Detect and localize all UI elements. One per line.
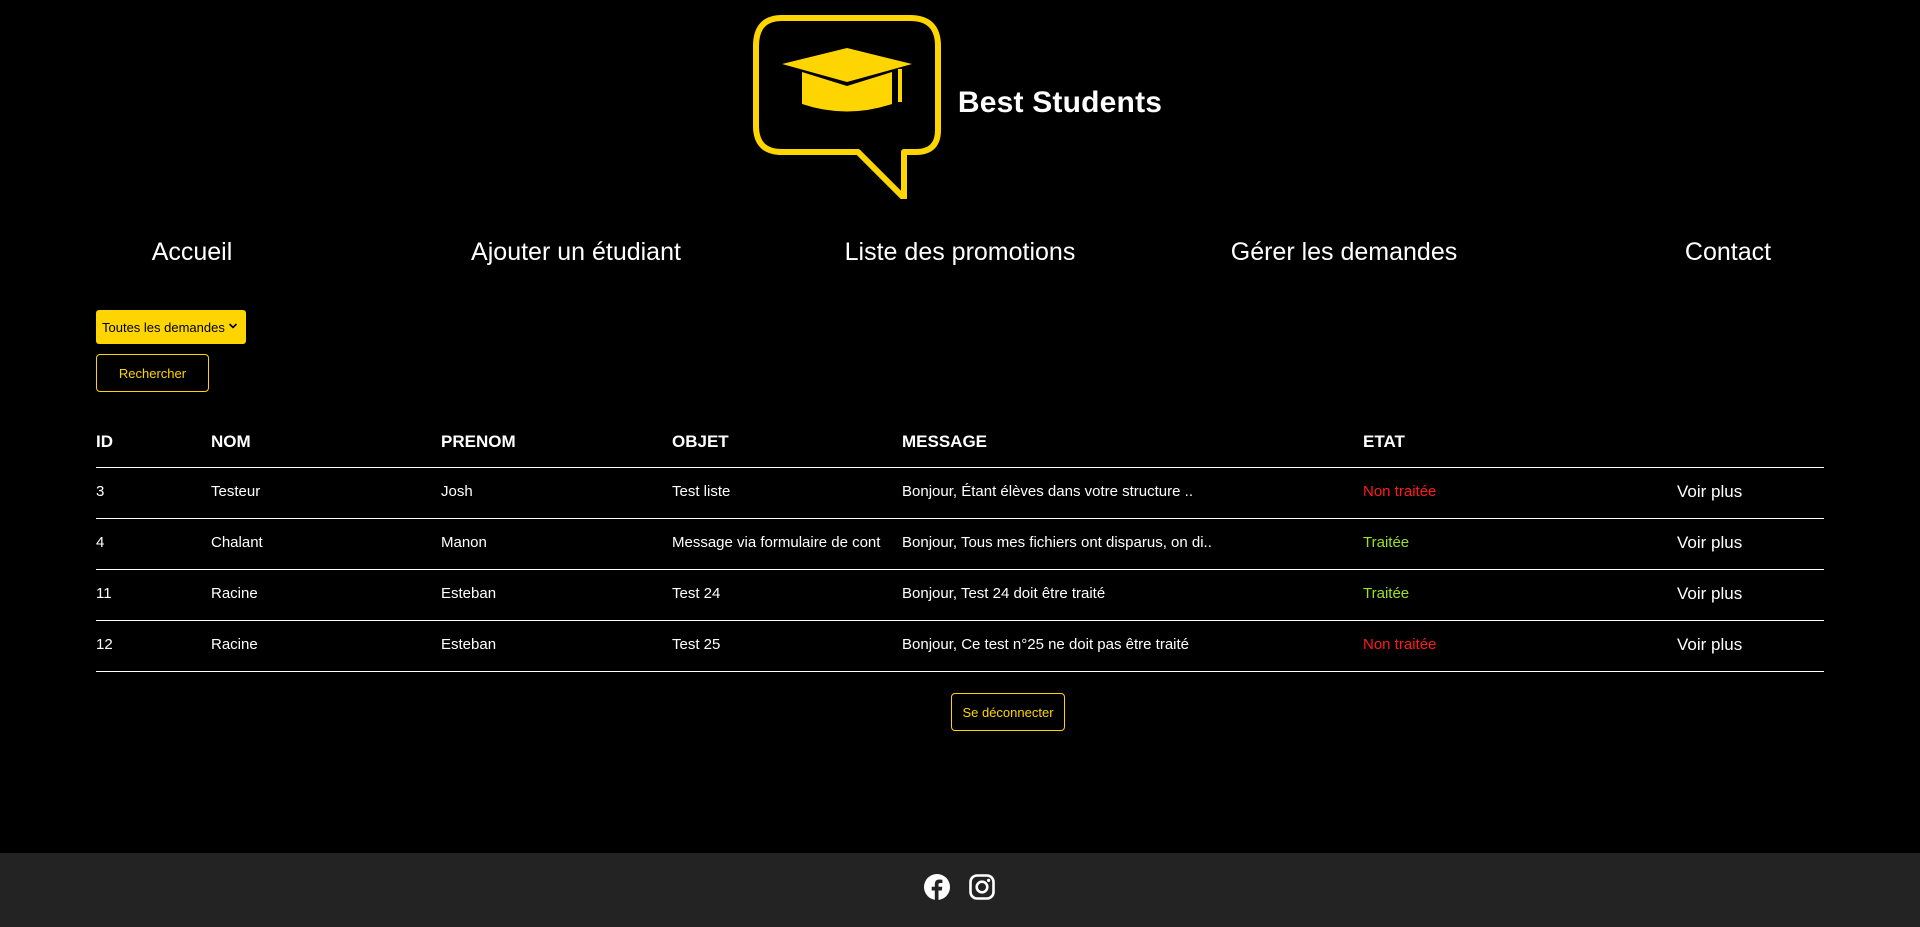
brand-name: Best Students bbox=[957, 85, 1163, 119]
cell-nom: Racine bbox=[211, 585, 258, 602]
logout-button[interactable]: Se déconnecter bbox=[951, 693, 1065, 731]
nav-item-liste-promotions[interactable]: Liste des promotions bbox=[845, 238, 1076, 267]
nav-item-contact[interactable]: Contact bbox=[1685, 238, 1771, 267]
graduation-cap-chat-logo[interactable] bbox=[752, 14, 942, 199]
main-nav: Accueil Ajouter un étudiant Liste des pr… bbox=[0, 238, 1920, 274]
nav-item-ajouter-etudiant[interactable]: Ajouter un étudiant bbox=[471, 238, 681, 267]
search-button[interactable]: Rechercher bbox=[96, 354, 209, 392]
voir-plus-link[interactable]: Voir plus bbox=[1677, 533, 1742, 553]
nav-item-gerer-demandes[interactable]: Gérer les demandes bbox=[1231, 238, 1458, 267]
nav-item-accueil[interactable]: Accueil bbox=[152, 238, 233, 267]
cell-nom: Chalant bbox=[211, 534, 263, 551]
cell-objet: Test 25 bbox=[672, 636, 721, 653]
table-header: ID NOM PRENOM OBJET MESSAGE ETAT bbox=[96, 420, 1824, 468]
column-header-message: MESSAGE bbox=[902, 432, 988, 451]
cell-prenom: Manon bbox=[441, 534, 487, 551]
cell-message: Bonjour, Étant élèves dans votre structu… bbox=[902, 483, 1193, 500]
column-header-etat: ETAT bbox=[1363, 432, 1405, 451]
table-row: 12 Racine Esteban Test 25 Bonjour, Ce te… bbox=[96, 621, 1824, 672]
cell-etat: Traitée bbox=[1363, 534, 1410, 551]
cell-objet: Message via formulaire de cont bbox=[672, 534, 881, 551]
cell-etat: Non traitée bbox=[1363, 483, 1437, 500]
column-header-objet: OBJET bbox=[672, 432, 729, 451]
table-row: 3 Testeur Josh Test liste Bonjour, Étant… bbox=[96, 468, 1824, 519]
cell-etat: Non traitée bbox=[1363, 636, 1437, 653]
column-header-id: ID bbox=[96, 432, 113, 451]
cell-prenom: Josh bbox=[441, 483, 473, 500]
table-row: 11 Racine Esteban Test 24 Bonjour, Test … bbox=[96, 570, 1824, 621]
site-footer bbox=[0, 853, 1920, 927]
site-header: Best Students bbox=[0, 14, 1920, 199]
facebook-icon[interactable] bbox=[923, 873, 951, 901]
column-header-nom: NOM bbox=[211, 432, 251, 451]
voir-plus-link[interactable]: Voir plus bbox=[1677, 635, 1742, 655]
demandes-table: ID NOM PRENOM OBJET MESSAGE ETAT 3 Teste… bbox=[96, 420, 1824, 672]
chevron-down-icon bbox=[228, 323, 238, 329]
column-header-prenom: PRENOM bbox=[441, 432, 516, 451]
demandes-filter-select[interactable]: Toutes les demandes bbox=[96, 310, 246, 344]
cell-nom: Racine bbox=[211, 636, 258, 653]
cell-message: Bonjour, Tous mes fichiers ont disparus,… bbox=[902, 534, 1212, 551]
filter-selected-value: Toutes les demandes bbox=[102, 319, 225, 335]
cell-objet: Test 24 bbox=[672, 585, 721, 602]
cell-prenom: Esteban bbox=[441, 636, 497, 653]
cell-message: Bonjour, Test 24 doit être traité bbox=[902, 585, 1106, 602]
cell-prenom: Esteban bbox=[441, 585, 497, 602]
cell-id: 11 bbox=[96, 585, 112, 602]
cell-nom: Testeur bbox=[211, 483, 261, 500]
voir-plus-link[interactable]: Voir plus bbox=[1677, 584, 1742, 604]
table-row: 4 Chalant Manon Message via formulaire d… bbox=[96, 519, 1824, 570]
voir-plus-link[interactable]: Voir plus bbox=[1677, 482, 1742, 502]
instagram-icon[interactable] bbox=[968, 873, 996, 901]
cell-id: 12 bbox=[96, 636, 113, 653]
cell-etat: Traitée bbox=[1363, 585, 1410, 602]
cell-objet: Test liste bbox=[672, 483, 731, 500]
cell-message: Bonjour, Ce test n°25 ne doit pas être t… bbox=[902, 636, 1190, 653]
cell-id: 4 bbox=[96, 534, 105, 551]
cell-id: 3 bbox=[96, 483, 105, 500]
